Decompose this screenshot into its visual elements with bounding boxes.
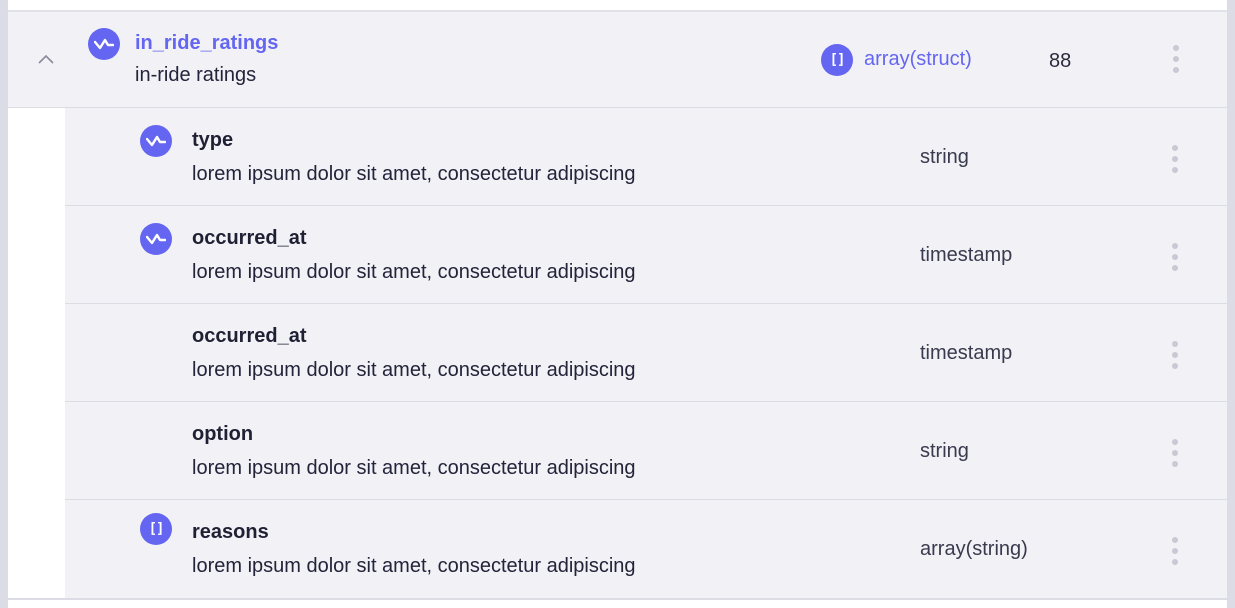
field-description: lorem ipsum dolor sit amet, consectetur … [192, 261, 636, 283]
field-type: string [920, 440, 969, 462]
right-border [1227, 0, 1235, 608]
row-menu-kebab-icon[interactable] [1166, 42, 1186, 76]
field-description: lorem ipsum dolor sit amet, consectetur … [192, 163, 636, 185]
array-glyph: [] [829, 52, 846, 68]
row-menu-kebab-icon[interactable] [1165, 142, 1185, 176]
schema-field-tree: in_ride_ratings in-ride ratings [] array… [0, 0, 1235, 608]
previous-row-edge [8, 0, 1227, 12]
row-menu-kebab-icon[interactable] [1165, 534, 1185, 568]
collapse-chevron-icon[interactable] [38, 54, 54, 66]
field-type: string [920, 146, 969, 168]
field-type: timestamp [920, 244, 1013, 266]
field-name[interactable]: occurred_at [192, 325, 307, 348]
field-name[interactable]: in_ride_ratings [135, 32, 278, 55]
signal-wave-icon [140, 125, 172, 157]
field-description: in-ride ratings [135, 64, 257, 86]
array-icon: [] [821, 44, 853, 76]
field-name[interactable]: reasons [192, 521, 269, 544]
row-menu-kebab-icon[interactable] [1165, 240, 1185, 274]
field-type[interactable]: array(struct) [864, 48, 972, 71]
field-name[interactable]: occurred_at [192, 227, 307, 250]
row-menu-kebab-icon[interactable] [1165, 338, 1185, 372]
next-row-edge [8, 598, 1227, 608]
signal-wave-icon [88, 28, 120, 60]
signal-wave-icon [140, 223, 172, 255]
field-name[interactable]: option [192, 423, 253, 446]
field-type: timestamp [920, 342, 1013, 364]
field-row-reasons[interactable]: [] reasons lorem ipsum dolor sit amet, c… [65, 500, 1227, 598]
field-row-in-ride-ratings[interactable]: in_ride_ratings in-ride ratings [] array… [8, 12, 1227, 108]
array-glyph: [] [148, 521, 165, 537]
field-description: lorem ipsum dolor sit amet, consectetur … [192, 457, 636, 479]
field-description: lorem ipsum dolor sit amet, consectetur … [192, 359, 636, 381]
field-row-type[interactable]: type lorem ipsum dolor sit amet, consect… [65, 108, 1227, 206]
row-menu-kebab-icon[interactable] [1165, 436, 1185, 470]
field-row-occurred-at[interactable]: occurred_at lorem ipsum dolor sit amet, … [65, 304, 1227, 402]
field-description: lorem ipsum dolor sit amet, consectetur … [192, 555, 636, 577]
nesting-gutter [8, 108, 65, 598]
nested-fields: type lorem ipsum dolor sit amet, consect… [65, 108, 1227, 598]
field-row-option[interactable]: option lorem ipsum dolor sit amet, conse… [65, 402, 1227, 500]
field-type: array(string) [920, 538, 1028, 560]
field-row-occurred-at[interactable]: occurred_at lorem ipsum dolor sit amet, … [65, 206, 1227, 304]
field-count: 88 [1049, 50, 1072, 72]
field-name[interactable]: type [192, 129, 233, 152]
array-icon: [] [140, 513, 172, 545]
left-border [0, 0, 8, 608]
